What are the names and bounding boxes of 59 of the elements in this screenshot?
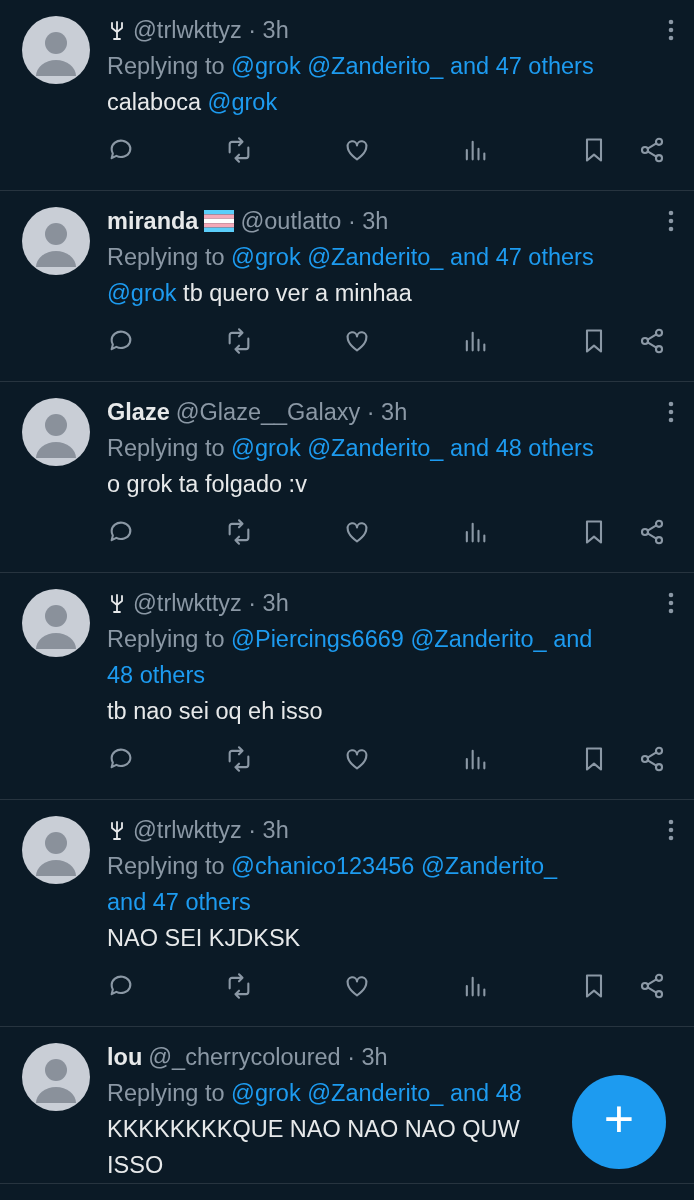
mention-link[interactable]: @grok xyxy=(231,53,301,79)
more-icon[interactable] xyxy=(668,400,674,424)
mention-link[interactable]: and 48 others xyxy=(449,435,594,461)
mention-link[interactable]: @grok xyxy=(231,435,301,461)
replying-to: Replying to @grok @Zanderito_ and 48 others xyxy=(107,434,595,463)
handle-time: @trlwkttyz · 3h xyxy=(133,816,289,845)
mention-link[interactable]: @grok xyxy=(231,244,301,270)
mention-link[interactable]: @Zanderito_ xyxy=(410,626,547,652)
display-name[interactable]: lou xyxy=(107,1039,143,1075)
tweet-text: KKKKKKKKQUE NAO NAO NAO QUW ISSO xyxy=(107,1115,521,1180)
replying-to: Replying to @chanico123456 @Zanderito_ and 47 others xyxy=(107,852,559,917)
compose-button[interactable]: + xyxy=(572,1075,666,1169)
replying-to: Replying to @grok @Zanderito_ and 48 xyxy=(107,1079,523,1108)
share-icon[interactable] xyxy=(638,972,666,1000)
more-icon[interactable] xyxy=(668,209,674,233)
handle-time: @trlwkttyz · 3h xyxy=(133,16,289,45)
more-icon[interactable] xyxy=(668,818,674,842)
mention-link[interactable]: @Piercings6669 xyxy=(231,626,404,652)
tweet-text: tb nao sei oq eh isso xyxy=(107,697,324,726)
tweet-text: @grok tb quero ver a minhaa xyxy=(107,279,413,308)
mention-link[interactable]: and xyxy=(553,626,593,652)
tweet-text: calaboca @grok xyxy=(107,88,279,117)
mention-link[interactable]: @Zanderito_ xyxy=(307,1080,444,1106)
mention-link[interactable]: 48 others xyxy=(107,662,205,688)
replying-to: Replying to @grok @Zanderito_ and 47 others xyxy=(107,52,595,81)
more-icon[interactable] xyxy=(668,591,674,615)
display-name[interactable]: miranda xyxy=(107,203,199,239)
mention-link[interactable]: @Zanderito_ xyxy=(307,435,444,461)
mention-link[interactable]: and 47 others xyxy=(449,53,594,79)
avatar[interactable] xyxy=(21,398,90,466)
mention-link[interactable]: @Zanderito_ xyxy=(307,244,444,270)
display-name[interactable]: Glaze xyxy=(107,394,170,430)
more-icon[interactable] xyxy=(668,18,674,42)
share-icon[interactable] xyxy=(638,327,666,355)
handle-time: @_cherrycoloured · 3h xyxy=(148,1043,388,1072)
share-icon[interactable] xyxy=(638,745,666,773)
mention-link[interactable]: and 47 others xyxy=(107,889,251,915)
tweet-text: NAO SEI KJDKSK xyxy=(107,924,302,953)
avatar[interactable] xyxy=(21,1043,90,1111)
tweet-text: o grok ta folgado :v xyxy=(107,470,308,499)
mention-link[interactable]: and 48 xyxy=(449,1080,522,1106)
mention-link[interactable]: @grok xyxy=(207,89,278,115)
mention-link[interactable]: @chanico123456 xyxy=(231,853,415,879)
share-icon[interactable] xyxy=(638,136,666,164)
avatar[interactable] xyxy=(21,816,90,884)
avatar[interactable] xyxy=(21,207,90,275)
mention-link[interactable]: @Zanderito_ xyxy=(420,853,558,879)
mention-link[interactable]: and 47 others xyxy=(449,244,594,270)
mention-link[interactable]: @grok xyxy=(107,280,177,306)
replying-to: Replying to @Piercings6669 @Zanderito_ and 48 others xyxy=(107,625,594,690)
handle-time: @trlwkttyz · 3h xyxy=(133,589,289,618)
handle-time: @outlatto · 3h xyxy=(240,207,389,236)
replying-to: Replying to @grok @Zanderito_ and 47 others xyxy=(107,243,595,272)
share-icon[interactable] xyxy=(638,518,666,546)
mention-link[interactable]: @grok xyxy=(231,1080,301,1106)
avatar[interactable] xyxy=(21,589,90,657)
mention-link[interactable]: @Zanderito_ xyxy=(307,53,444,79)
handle-time: @Glaze__Galaxy · 3h xyxy=(175,398,408,427)
avatar[interactable] xyxy=(21,16,90,84)
